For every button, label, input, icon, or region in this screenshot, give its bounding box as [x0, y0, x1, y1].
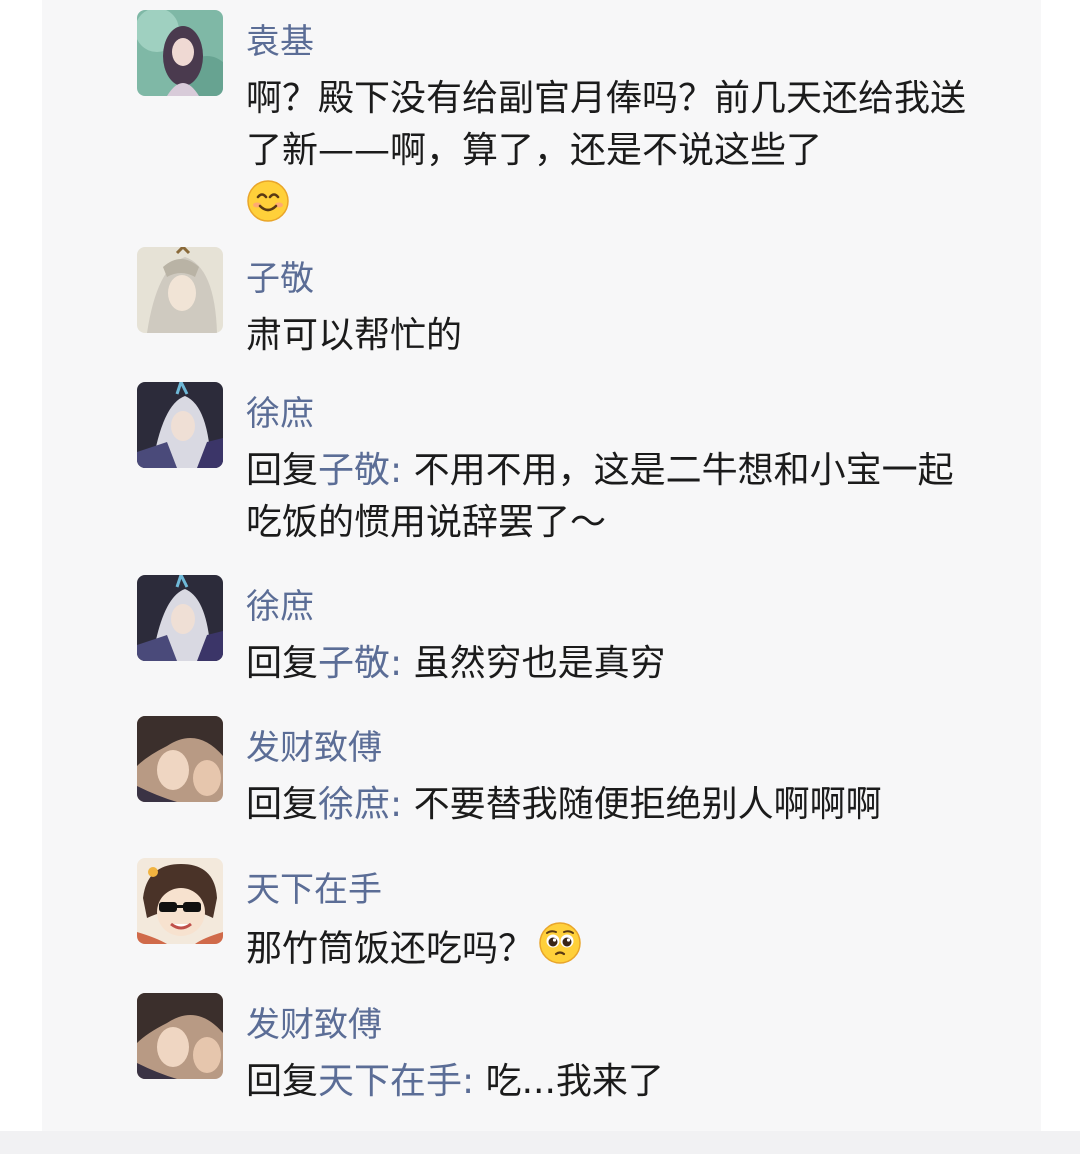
avatar[interactable]: [137, 382, 223, 468]
comment-body: 那竹筒饭还吃吗？: [246, 928, 535, 970]
reply-prefix: 回复: [246, 643, 319, 684]
comment-text: 回复子敬: 虽然穷也是真穷: [246, 638, 966, 690]
reply-prefix: 回复: [246, 1061, 319, 1102]
bottom-divider-strip: [0, 1131, 1080, 1154]
avatar[interactable]: [137, 858, 223, 944]
comment-body: 不要替我随便拒绝别人啊啊啊: [402, 784, 882, 825]
commenter-name[interactable]: 袁基: [246, 22, 314, 62]
comment-text: 回复天下在手: 吃...我来了: [246, 1056, 966, 1108]
commenter-name[interactable]: 子敬: [246, 259, 314, 299]
commenter-name[interactable]: 天下在手: [246, 870, 382, 910]
avatar[interactable]: [137, 575, 223, 661]
pleading-face-emoji-icon: [538, 921, 582, 980]
avatar[interactable]: [137, 247, 223, 333]
reply-target-name[interactable]: 子敬:: [318, 450, 402, 491]
commenter-name[interactable]: 发财致傅: [246, 728, 382, 768]
comment-thread-page: 袁基 啊？殿下没有给副官月俸吗？前几天还给我送了新——啊，算了，还是不说这些了: [0, 0, 1080, 1154]
commenter-name[interactable]: 徐庶: [246, 394, 314, 434]
comment-text: 啊？殿下没有给副官月俸吗？前几天还给我送了新——啊，算了，还是不说这些了: [246, 73, 966, 238]
reply-target-name[interactable]: 子敬:: [318, 643, 402, 684]
commenter-name[interactable]: 发财致傅: [246, 1005, 382, 1045]
comment-text: 回复子敬: 不用不用，这是二牛想和小宝一起吃饭的惯用说辞罢了～: [246, 445, 966, 549]
avatar[interactable]: [137, 10, 223, 96]
comment-body: 虽然穷也是真穷: [402, 643, 666, 684]
comment-list-card: 袁基 啊？殿下没有给副官月俸吗？前几天还给我送了新——啊，算了，还是不说这些了: [42, 0, 1041, 1131]
comment-body: 啊？殿下没有给副官月俸吗？前几天还给我送了新——啊，算了，还是不说这些了: [246, 78, 967, 171]
reply-prefix: 回复: [246, 450, 319, 491]
comment-text: 回复徐庶: 不要替我随便拒绝别人啊啊啊: [246, 779, 966, 831]
comment-text: 肃可以帮忙的: [246, 315, 463, 356]
commenter-name[interactable]: 徐庶: [246, 587, 314, 627]
avatar[interactable]: [137, 716, 223, 802]
reply-target-name[interactable]: 徐庶:: [318, 784, 402, 825]
comment-body: 吃...我来了: [474, 1061, 664, 1102]
reply-prefix: 回复: [246, 784, 319, 825]
smiling-face-emoji-icon: [246, 179, 290, 238]
avatar[interactable]: [137, 993, 223, 1079]
reply-target-name[interactable]: 天下在手:: [318, 1061, 474, 1102]
comment-text: 那竹筒饭还吃吗？: [246, 921, 966, 980]
